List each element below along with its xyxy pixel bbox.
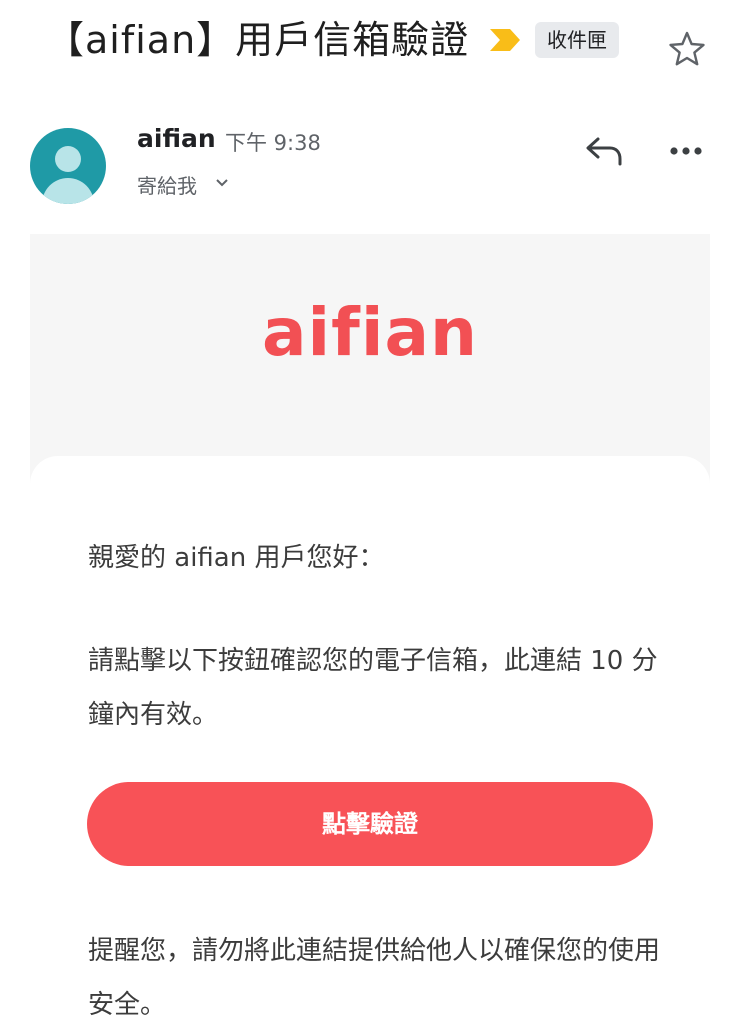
greeting-text: 親愛的 aifian 用戶您好： [88, 543, 385, 573]
instruction-text: 請點擊以下按鈕確認您的電子信箱，此連結 10 分鐘內有效。 [88, 646, 658, 730]
email-subject-row: 【aifian】用戶信箱驗證 收件匣 [0, 0, 740, 90]
brand-logo: aifian [261, 294, 479, 371]
inbox-label-chip[interactable]: 收件匣 [535, 22, 619, 58]
chevron-down-icon[interactable] [215, 178, 229, 188]
reply-icon[interactable] [584, 134, 624, 168]
avatar-body [42, 178, 94, 204]
more-options-icon[interactable] [668, 140, 704, 162]
email-body: aifian 親愛的 aifian 用戶您好： 請點擊以下按鈕確認您的電子信箱，… [30, 234, 710, 1024]
star-icon[interactable] [668, 30, 706, 68]
importance-marker-icon[interactable] [488, 27, 522, 53]
recipient-details[interactable]: 寄給我 [137, 170, 197, 199]
avatar-head [55, 146, 81, 172]
verify-button[interactable]: 點擊驗證 [87, 782, 653, 866]
sender-name[interactable]: aifian [137, 124, 216, 153]
sent-time: 下午 9:38 [225, 131, 321, 155]
security-reminder-text: 提醒您，請勿將此連結提供給他人以確保您的使用安全。 [88, 936, 661, 1020]
person-avatar-icon[interactable] [30, 128, 106, 204]
email-subject: 【aifian】用戶信箱驗證 [46, 18, 470, 62]
